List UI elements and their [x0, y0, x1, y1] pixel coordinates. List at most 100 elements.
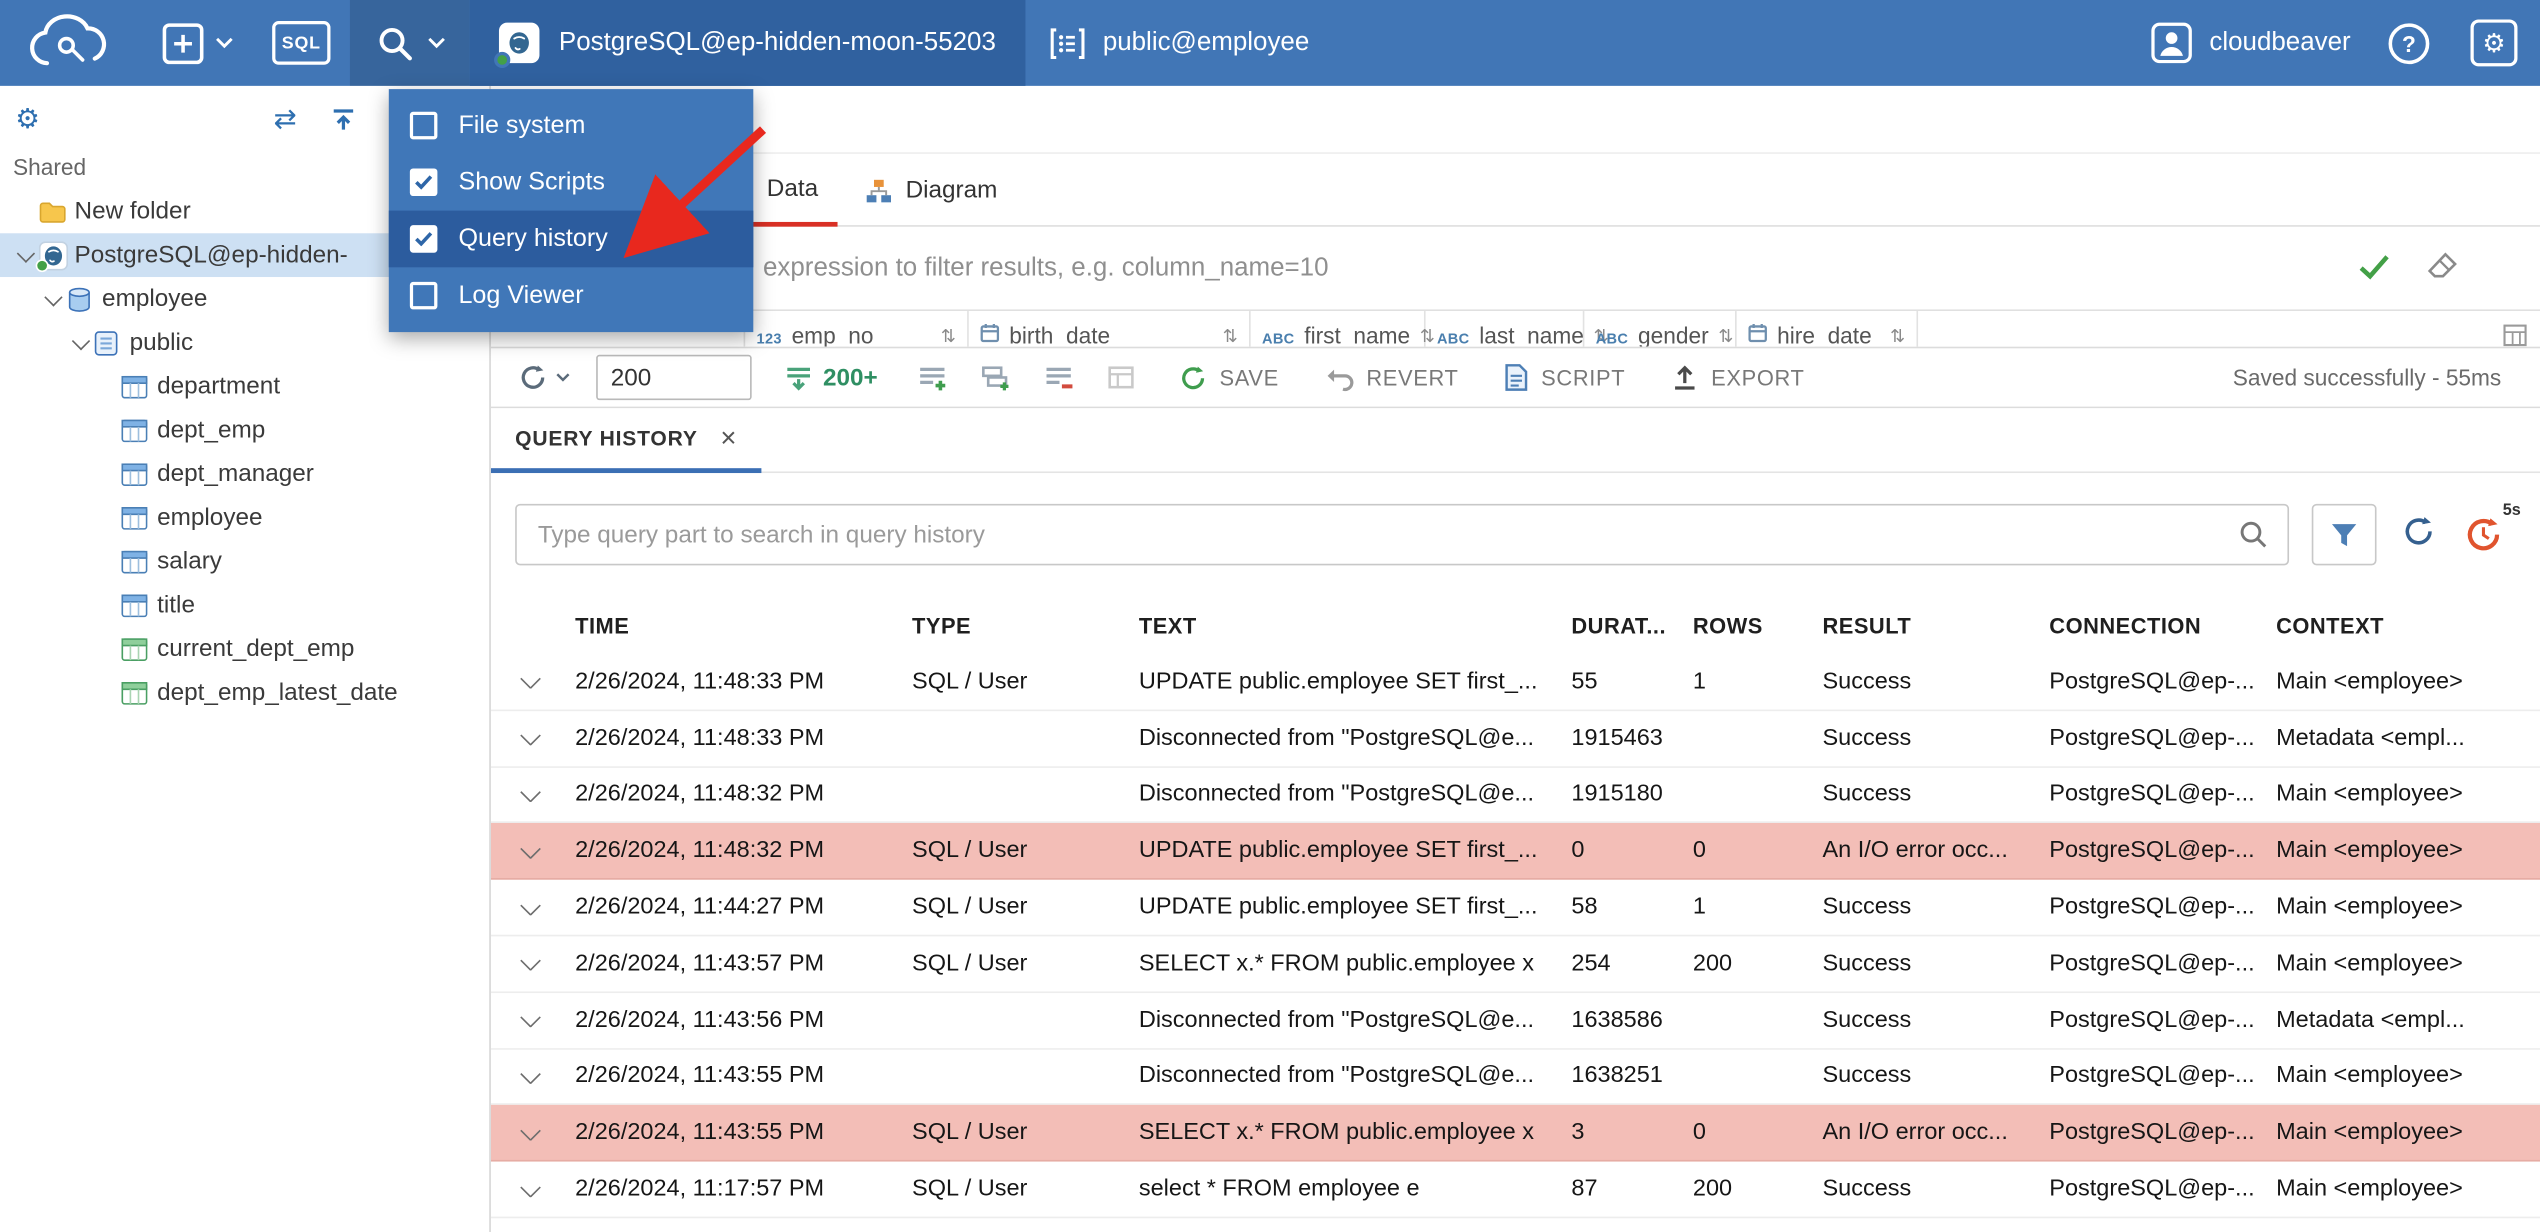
sort-icon[interactable]: ⇅ [1223, 325, 1238, 346]
menu-item-file-system[interactable]: File system [389, 97, 754, 154]
sort-icon[interactable]: ⇅ [1718, 325, 1733, 346]
history-row-expand[interactable] [491, 674, 569, 690]
history-row-expand[interactable] [491, 843, 569, 859]
history-row-expand[interactable] [491, 900, 569, 915]
row-expand-chevron-icon[interactable] [519, 1069, 541, 1084]
menu-item-query-history[interactable]: Query history [388, 210, 754, 268]
auto-refresh-button[interactable]: 5s [2461, 502, 2521, 557]
history-column-header-durat-[interactable]: DURAT... [1565, 613, 1687, 637]
row-limit-input[interactable] [596, 354, 752, 401]
tree-item-employee[interactable]: employee [0, 496, 489, 540]
row-expand-chevron-icon[interactable] [519, 730, 541, 746]
tree-item-dept-emp[interactable]: dept_emp [0, 408, 489, 452]
row-expand-chevron-icon[interactable] [519, 1012, 541, 1028]
history-row[interactable]: 2/26/2024, 11:48:33 PM Disconnected from … [490, 711, 2540, 768]
row-expand-chevron-icon[interactable] [519, 674, 541, 690]
sort-icon[interactable]: ⇅ [941, 325, 956, 346]
tools-menu-button[interactable] [349, 0, 470, 86]
history-row[interactable]: 2/26/2024, 11:48:33 PM SQL / User UPDATE p… [490, 654, 2540, 711]
row-expand-chevron-icon[interactable] [519, 1181, 541, 1197]
history-row[interactable]: 2/26/2024, 11:43:55 PM Disconnected from … [490, 1049, 2540, 1106]
expand-chevron-icon[interactable] [41, 287, 67, 306]
expand-chevron-icon[interactable] [68, 331, 94, 350]
edit-grid-button[interactable] [1106, 365, 1135, 391]
expand-chevron-icon[interactable] [13, 243, 39, 263]
clear-filter-eraser-icon[interactable] [2425, 251, 2459, 288]
settings-button[interactable]: ⚙ [2448, 0, 2540, 86]
history-column-header-time[interactable]: TIME [569, 613, 906, 637]
filter-input[interactable] [759, 243, 2153, 295]
schema-selector[interactable]: public@employee [1025, 0, 1332, 86]
sql-editor-button[interactable]: SQL [253, 0, 350, 86]
column-header-birth_date[interactable]: birth_date ⇅ [969, 311, 1251, 347]
history-column-header-text[interactable]: TEXT [1132, 613, 1565, 637]
history-refresh-button[interactable] [2399, 511, 2438, 558]
new-connection-button[interactable] [139, 0, 252, 86]
sidebar-settings-gear-icon[interactable]: ⚙ [10, 102, 46, 138]
column-header-first_name[interactable]: ABC first_name ⇅ [1251, 311, 1435, 347]
column-header-emp_no[interactable]: 123 emp_no ⇅ [745, 311, 969, 347]
history-column-header-type[interactable]: TYPE [906, 613, 1133, 637]
apply-filter-check-icon[interactable] [2357, 253, 2391, 289]
tree-item-salary[interactable]: salary [0, 539, 489, 583]
checkbox-checked-icon[interactable] [409, 168, 438, 197]
tree-item-dept-emp-latest-date[interactable]: dept_emp_latest_date [0, 671, 489, 715]
history-row[interactable]: 2/26/2024, 11:43:57 PM SQL / User SELECT x… [490, 936, 2540, 993]
row-expand-chevron-icon[interactable] [519, 900, 541, 915]
sync-connections-icon[interactable]: ⇄ [267, 102, 303, 138]
history-column-header-connection[interactable]: CONNECTION [2043, 613, 2270, 637]
row-expand-chevron-icon[interactable] [519, 956, 541, 971]
history-row[interactable]: 2/26/2024, 11:43:55 PM SQL / User SELECT x… [490, 1105, 2540, 1162]
history-row[interactable]: 2/26/2024, 11:48:32 PM Disconnected from … [490, 767, 2540, 824]
checkbox-checked-icon[interactable] [409, 225, 438, 253]
history-column-header-context[interactable]: CONTEXT [2270, 613, 2540, 637]
history-column-header-rows[interactable]: ROWS [1686, 613, 1816, 637]
export-button[interactable]: EXPORT [1671, 363, 1805, 392]
close-icon[interactable]: × [720, 422, 737, 454]
tree-item-title[interactable]: title [0, 583, 489, 627]
tab-diagram[interactable]: Diagram [842, 154, 1020, 227]
history-filter-button[interactable] [2311, 503, 2377, 566]
history-column-header-result[interactable]: RESULT [1816, 613, 2043, 637]
history-search-input[interactable] [515, 503, 2290, 566]
tree-item-dept-manager[interactable]: dept_manager [0, 452, 489, 496]
revert-button[interactable]: REVERT [1324, 364, 1458, 392]
column-header-gender[interactable]: ABC gender ⇅ [1584, 311, 1737, 347]
history-row-expand[interactable] [491, 1181, 569, 1197]
history-row-expand[interactable] [491, 956, 569, 971]
menu-item-show-scripts[interactable]: Show Scripts [389, 154, 754, 211]
add-row-button[interactable] [917, 364, 948, 392]
row-expand-chevron-icon[interactable] [519, 843, 541, 859]
sort-icon[interactable]: ⇅ [1890, 325, 1905, 346]
delete-row-button[interactable] [1043, 364, 1074, 392]
column-header-last_name[interactable]: ABC last_name ⇅ [1426, 311, 1609, 347]
column-header-hire_date[interactable]: hire_date ⇅ [1737, 311, 1919, 347]
history-row-expand[interactable] [491, 1125, 569, 1141]
duplicate-row-button[interactable] [980, 364, 1011, 392]
cloudbeaver-logo-icon[interactable] [0, 0, 139, 86]
script-button[interactable]: SCRIPT [1504, 363, 1625, 392]
history-row[interactable]: 2/26/2024, 11:43:56 PM Disconnected from … [490, 993, 2540, 1050]
connection-selector[interactable]: PostgreSQL@ep-hidden-moon-55203 [469, 0, 1026, 86]
row-expand-chevron-icon[interactable] [519, 787, 541, 802]
checkbox-unchecked-icon[interactable] [409, 281, 438, 310]
user-menu-button[interactable]: cloudbeaver [2130, 0, 2370, 86]
collapse-all-icon[interactable] [326, 102, 362, 138]
history-row-expand[interactable] [491, 787, 569, 802]
row-expand-chevron-icon[interactable] [519, 1125, 541, 1141]
tree-item-department[interactable]: department [0, 365, 489, 409]
history-row[interactable]: 2/26/2024, 11:48:32 PM SQL / User UPDATE p… [490, 823, 2540, 880]
menu-item-log-viewer[interactable]: Log Viewer [389, 267, 754, 324]
tab-query-history[interactable]: QUERY HISTORY × [490, 408, 762, 474]
tree-item-current-dept-emp[interactable]: current_dept_emp [0, 627, 489, 671]
history-row-expand[interactable] [491, 1069, 569, 1084]
refresh-results-button[interactable] [517, 361, 570, 393]
checkbox-unchecked-icon[interactable] [409, 111, 438, 140]
fetch-next-segment-button[interactable]: 200+ [784, 364, 878, 391]
help-button[interactable]: ? [2370, 0, 2448, 86]
save-button[interactable]: SAVE [1177, 362, 1278, 393]
history-row-expand[interactable] [491, 1012, 569, 1028]
history-row-expand[interactable] [491, 730, 569, 746]
history-row[interactable]: 2/26/2024, 11:17:57 PM SQL / User select *… [490, 1162, 2540, 1219]
history-row[interactable]: 2/26/2024, 11:44:27 PM SQL / User UPDATE p… [490, 880, 2540, 937]
